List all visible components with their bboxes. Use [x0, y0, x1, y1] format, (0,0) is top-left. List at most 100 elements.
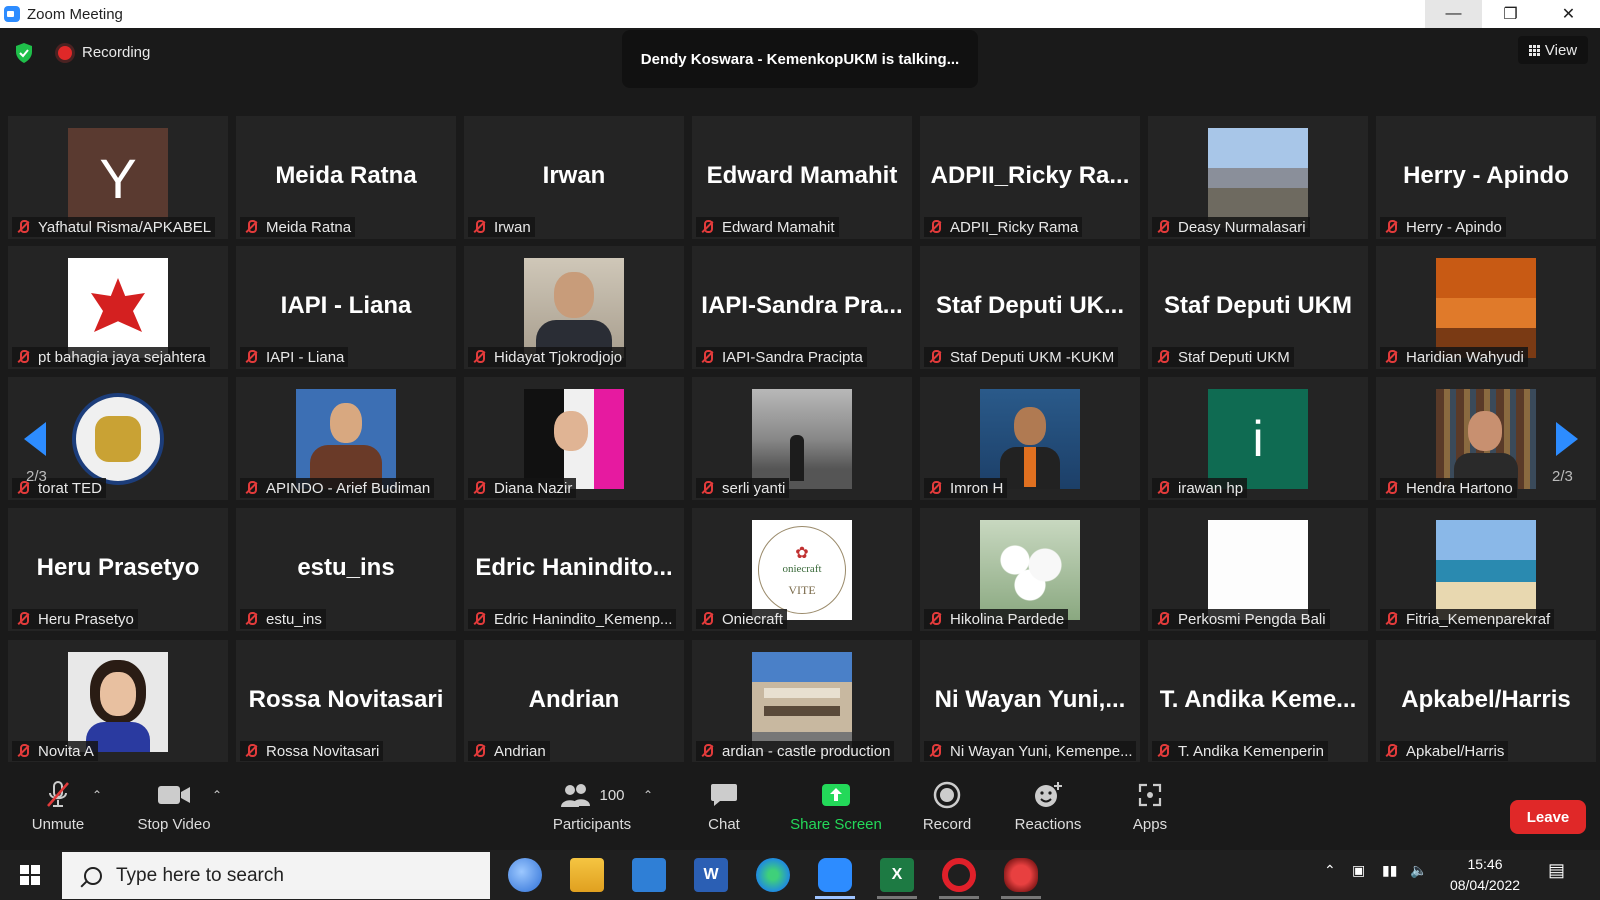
participant-name-label: Novita A [12, 741, 98, 761]
word-app-icon[interactable]: W [694, 858, 728, 892]
participant-tile[interactable]: Edric Hanindito... Edric Hanindito_Kemenp… [464, 508, 684, 631]
minimize-button[interactable]: — [1425, 0, 1482, 28]
security-shield-icon[interactable] [14, 42, 34, 64]
unmute-label: Unmute [31, 816, 85, 833]
excel-app-icon[interactable]: X [880, 858, 914, 892]
battery-icon[interactable]: ▮▮ [1382, 862, 1397, 879]
participant-tile[interactable]: Rossa Novitasari Rossa Novitasari [236, 640, 456, 763]
participant-name-label: IAPI-Sandra Pracipta [696, 347, 867, 367]
participant-tile[interactable]: Y Yafhatul Risma/APKABEL [8, 116, 228, 239]
participant-name-label: Hendra Hartono [1380, 478, 1517, 498]
muted-mic-icon [14, 348, 32, 366]
participant-display-name: Andrian [528, 686, 620, 713]
participant-tile[interactable]: Herry - Apindo Herry - Apindo [1376, 116, 1596, 239]
show-hidden-icons-chevron-icon[interactable]: ⌃ [1324, 862, 1336, 879]
participant-tile[interactable]: T. Andika Keme... T. Andika Kemenperin [1148, 640, 1368, 763]
zoom-app-icon [4, 6, 20, 22]
participant-tile[interactable]: Apkabel/Harris Apkabel/Harris [1376, 640, 1596, 763]
participant-tile[interactable]: Haridian Wahyudi [1376, 246, 1596, 369]
participant-tile[interactable]: estu_ins estu_ins [236, 508, 456, 631]
participant-tile[interactable]: IAPI - Liana IAPI - Liana [236, 246, 456, 369]
participant-tile[interactable]: Edward Mamahit Edward Mamahit [692, 116, 912, 239]
network-icon[interactable]: ▣ [1352, 862, 1365, 879]
participant-tile[interactable]: Novita A [8, 640, 228, 763]
view-button[interactable]: View [1518, 36, 1588, 64]
participant-tile[interactable]: Deasy Nurmalasari [1148, 116, 1368, 239]
participants-button[interactable]: 100 Participants [548, 780, 636, 833]
close-button[interactable]: ✕ [1540, 0, 1597, 28]
taskbar-search-box[interactable]: Type here to search [62, 852, 490, 899]
participant-tile[interactable]: Irwan Irwan [464, 116, 684, 239]
participant-video-thumbnail [980, 389, 1080, 489]
participant-video-thumbnail [752, 389, 852, 489]
share-screen-button[interactable]: Share Screen [790, 780, 882, 833]
participant-tile[interactable]: Staf Deputi UKM Staf Deputi UKM [1148, 246, 1368, 369]
participant-display-name: Staf Deputi UKM [1164, 292, 1352, 319]
leave-button[interactable]: Leave [1510, 800, 1586, 834]
participant-tile[interactable]: Imron H [920, 377, 1140, 500]
audio-options-caret-icon[interactable]: ⌃ [92, 788, 102, 802]
participant-video-thumbnail [68, 652, 168, 752]
cortana-app-icon[interactable] [508, 858, 542, 892]
participant-tile[interactable]: Perkosmi Pengda Bali [1148, 508, 1368, 631]
participant-tile[interactable]: Staf Deputi UK... Staf Deputi UKM -KUKM [920, 246, 1140, 369]
participant-tile[interactable]: Fitria_Kemenparekraf [1376, 508, 1596, 631]
participant-display-name: estu_ins [297, 554, 395, 581]
stop-video-button[interactable]: Stop Video [132, 780, 216, 833]
participant-tile[interactable]: ADPII_Ricky Ra... ADPII_Ricky Rama [920, 116, 1140, 239]
notifications-icon[interactable]: ▤ [1548, 860, 1565, 881]
reactions-button[interactable]: Reactions [1012, 780, 1084, 833]
participant-tile[interactable]: Diana Nazir [464, 377, 684, 500]
participant-tile[interactable]: Hikolina Pardede [920, 508, 1140, 631]
participants-options-caret-icon[interactable]: ⌃ [643, 788, 653, 802]
participant-name-label: Herry - Apindo [1380, 217, 1506, 237]
windows-start-icon[interactable] [20, 865, 40, 885]
participant-name: Perkosmi Pengda Bali [1178, 610, 1326, 628]
edge-browser-icon[interactable] [756, 858, 790, 892]
record-button[interactable]: Record [918, 780, 976, 833]
next-page-arrow-icon[interactable] [1556, 422, 1578, 456]
reactions-label: Reactions [1014, 816, 1082, 833]
chat-button[interactable]: Chat [696, 780, 752, 833]
participant-name: Edric Hanindito_Kemenp... [494, 610, 673, 628]
participant-tile[interactable]: IAPI-Sandra Pra... IAPI-Sandra Pracipta [692, 246, 912, 369]
file-explorer-icon[interactable] [570, 858, 604, 892]
window-title: Zoom Meeting [27, 5, 123, 23]
participant-tile[interactable]: ardian - castle production [692, 640, 912, 763]
participant-name-label: ardian - castle production [696, 741, 895, 761]
participant-tile[interactable]: Meida Ratna Meida Ratna [236, 116, 456, 239]
volume-icon[interactable]: 🔈 [1410, 862, 1427, 879]
participant-name-label: Hikolina Pardede [924, 609, 1069, 629]
participant-display-name: Heru Prasetyo [36, 554, 200, 581]
participant-name-label: ADPII_Ricky Rama [924, 217, 1083, 237]
participant-name: Haridian Wahyudi [1406, 348, 1524, 366]
opera-browser-icon[interactable] [942, 858, 976, 892]
prev-page-arrow-icon[interactable] [24, 422, 46, 456]
participant-tile[interactable]: i irawan hp [1148, 377, 1368, 500]
page-indicator-left: 2/3 [26, 468, 47, 485]
zoom-taskbar-icon[interactable] [818, 858, 852, 892]
participant-tile[interactable]: Andrian Andrian [464, 640, 684, 763]
participant-tile[interactable]: Hidayat Tjokrodjojo [464, 246, 684, 369]
windows-taskbar: Type here to search W X ⌃ ▣ ▮▮ 🔈 15:46 0… [0, 850, 1600, 900]
participant-tile[interactable]: Ni Wayan Yuni,... Ni Wayan Yuni, Kemenpe.… [920, 640, 1140, 763]
participant-name-label: Irwan [468, 217, 535, 237]
participant-tile[interactable]: APINDO - Arief Budiman [236, 377, 456, 500]
apps-button[interactable]: Apps [1128, 780, 1172, 833]
participant-tile[interactable]: pt bahagia jaya sejahtera [8, 246, 228, 369]
participant-name-label: Diana Nazir [468, 478, 577, 498]
participant-tile[interactable]: serli yanti [692, 377, 912, 500]
unmute-button[interactable]: Unmute [26, 780, 90, 833]
participant-tile[interactable]: ✿ oniecraft VITE Oniecraft [692, 508, 912, 631]
record-label: Record [922, 816, 972, 833]
video-options-caret-icon[interactable]: ⌃ [212, 788, 222, 802]
participant-tile[interactable]: Heru Prasetyo Heru Prasetyo [8, 508, 228, 631]
game-app-icon[interactable] [1004, 858, 1038, 892]
mail-app-icon[interactable] [632, 858, 666, 892]
participant-name: torat TED [38, 479, 102, 497]
muted-mic-icon [926, 479, 944, 497]
restore-button[interactable]: ❐ [1482, 0, 1539, 28]
participant-name: IAPI-Sandra Pracipta [722, 348, 863, 366]
active-speaker-text: Dendy Koswara - KemenkopUKM is talking..… [640, 50, 960, 68]
taskbar-clock[interactable]: 15:46 08/04/2022 [1440, 854, 1530, 896]
